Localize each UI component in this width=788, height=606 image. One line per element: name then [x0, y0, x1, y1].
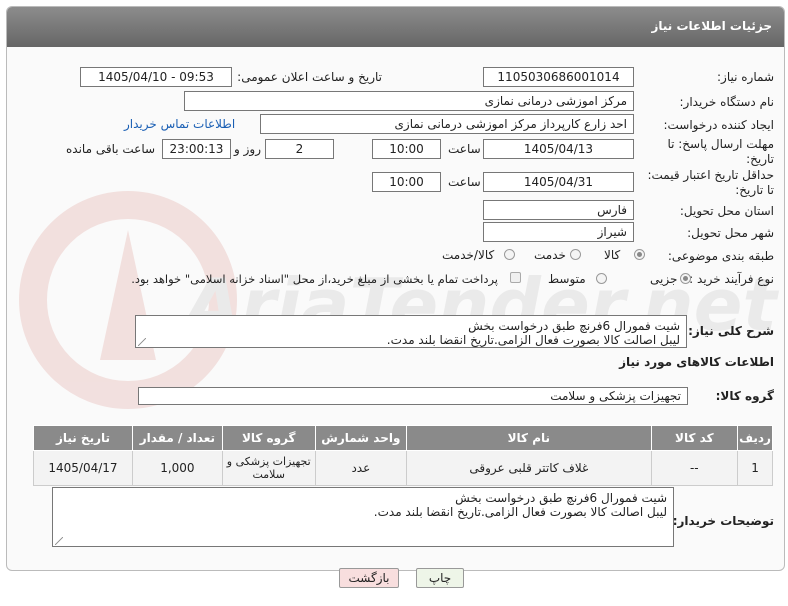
city-field[interactable]: شیراز	[483, 222, 634, 242]
category-option-goods: کالا	[604, 248, 621, 262]
title-bar: جزئیات اطلاعات نیاز	[7, 7, 784, 47]
cell-unit: عدد	[314, 450, 408, 486]
category-option-goods-service: کالا/خدمت	[442, 248, 495, 262]
page-title: جزئیات اطلاعات نیاز	[651, 19, 772, 33]
deadline-label-line2: تاریخ:	[746, 152, 774, 166]
process-label: نوع فرآیند خرید :	[689, 272, 774, 286]
creator-field[interactable]: احد زارع کارپرداز مرکز اموزشی درمانی نما…	[260, 114, 634, 134]
col-row: ردیف	[737, 425, 773, 451]
items-table: ردیف کد کالا نام کالا واحد شمارش گروه کا…	[33, 425, 773, 486]
cell-date: 1405/04/17	[33, 450, 133, 486]
category-radio-service[interactable]	[570, 249, 581, 260]
summary-resize-grip[interactable]	[138, 338, 146, 346]
col-code: کد کالا	[650, 425, 739, 451]
goods-group-label: گروه کالا:	[715, 389, 774, 403]
category-option-service: خدمت	[534, 248, 566, 262]
items-table-header: ردیف کد کالا نام کالا واحد شمارش گروه کا…	[33, 425, 773, 451]
buyer-notes-textarea[interactable]: شیت فمورال 6فرنچ طبق درخواست بخش لیبل اص…	[52, 487, 674, 547]
col-qty: تعداد / مقدار	[131, 425, 223, 451]
price-validity-label-line1: حداقل تاریخ اعتبار قیمت:	[647, 168, 774, 182]
deadline-days-label: روز و	[234, 142, 261, 156]
col-name: نام کالا	[406, 425, 652, 451]
cell-row: 1	[737, 450, 773, 486]
creator-label: ایجاد کننده درخواست:	[663, 118, 774, 132]
deadline-days-field[interactable]: 2	[265, 139, 334, 159]
summary-line2: لیبل اصالت کالا بصورت فعال الزامی.تاریخ …	[386, 333, 680, 347]
remaining-time-field[interactable]: 23:00:13	[162, 139, 231, 159]
print-button[interactable]: چاپ	[416, 568, 464, 588]
category-label: طبقه بندی موضوعی:	[667, 249, 774, 263]
category-radio-goods[interactable]	[634, 249, 645, 260]
col-date: تاریخ نیاز	[33, 425, 133, 451]
summary-line1: شیت فمورال 6فرنچ طبق درخواست بخش	[468, 319, 680, 333]
col-group: گروه کالا	[221, 425, 316, 451]
buyer-contact-link[interactable]: اطلاعات تماس خریدار	[124, 117, 235, 131]
buyer-notes-line1: شیت فمورال 6فرنچ طبق درخواست بخش	[455, 491, 667, 505]
buyer-notes-resize-grip[interactable]	[55, 537, 63, 545]
price-validity-time-label: ساعت	[448, 175, 481, 189]
back-button[interactable]: بازگشت	[339, 568, 399, 588]
buyer-org-label: نام دستگاه خریدار:	[679, 95, 775, 109]
cell-qty: 1,000	[131, 450, 223, 486]
col-unit: واحد شمارش	[314, 425, 408, 451]
announce-label: تاریخ و ساعت اعلان عمومی:	[237, 70, 382, 84]
treasury-note: پرداخت تمام یا بخشی از مبلغ خرید،از محل …	[131, 272, 498, 286]
goods-group-field[interactable]: تجهیزات پزشکی و سلامت	[138, 387, 688, 405]
goods-section-title: اطلاعات کالاهای مورد نیاز	[619, 355, 774, 369]
deadline-label-line1: مهلت ارسال پاسخ: تا	[667, 137, 774, 151]
price-validity-label-line2: تا تاریخ:	[735, 183, 774, 197]
cell-code: --	[650, 450, 739, 486]
process-option-partial: جزیی	[650, 272, 678, 286]
process-option-medium: متوسط	[548, 272, 586, 286]
category-radio-goods-service[interactable]	[504, 249, 515, 260]
deadline-time-field[interactable]: 10:00	[372, 139, 441, 159]
announce-field[interactable]: 1405/04/10 - 09:53	[80, 67, 232, 87]
deadline-time-label: ساعت	[448, 142, 481, 156]
province-field[interactable]: فارس	[483, 200, 634, 220]
cell-name: غلاف کاتتر قلبی عروقی	[406, 450, 652, 486]
cell-group: تجهیزات پزشکی و سلامت	[221, 450, 316, 486]
buyer-org-field[interactable]: مرکز اموزشی درمانی نمازی	[184, 91, 634, 111]
table-row[interactable]: 1 -- غلاف کاتتر قلبی عروقی عدد تجهیزات پ…	[33, 450, 773, 486]
remaining-time-label: ساعت باقی مانده	[66, 142, 156, 156]
process-radio-partial[interactable]	[680, 273, 691, 284]
process-radio-medium[interactable]	[596, 273, 607, 284]
summary-label: شرح کلی نیاز:	[688, 324, 774, 338]
need-number-label: شماره نیاز:	[717, 70, 774, 84]
province-label: استان محل تحویل:	[679, 204, 774, 218]
deadline-date-field[interactable]: 1405/04/13	[483, 139, 634, 159]
city-label: شهر محل تحویل:	[687, 226, 774, 240]
price-validity-time-field[interactable]: 10:00	[372, 172, 441, 192]
summary-textarea[interactable]: شیت فمورال 6فرنچ طبق درخواست بخش لیبل اص…	[135, 315, 687, 348]
treasury-checkbox[interactable]	[510, 272, 521, 283]
buyer-notes-label: توضیحات خریدار:	[672, 514, 774, 528]
buyer-notes-line2: لیبل اصالت کالا بصورت فعال الزامی.تاریخ …	[373, 505, 667, 519]
price-validity-date-field[interactable]: 1405/04/31	[483, 172, 634, 192]
need-number-field[interactable]: 1105030686001014	[483, 67, 634, 87]
